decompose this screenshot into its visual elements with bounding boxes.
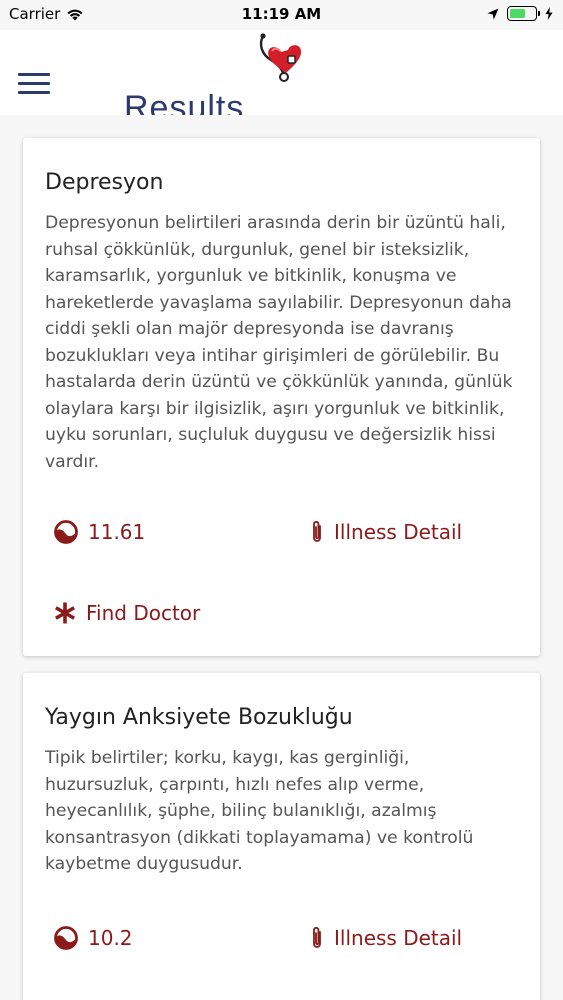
score-indicator: 10.2 [53,925,133,951]
illness-title: Depresyon [45,170,164,195]
result-card: Yaygın Anksiyete Bozukluğu Tipik belirti… [23,673,540,1000]
asterisk-icon [55,602,75,624]
illness-title: Yaygın Anksiyete Bozukluğu [45,705,353,730]
battery-icon [507,6,540,21]
paperclip-icon [313,926,321,948]
paperclip-icon [313,520,321,542]
score-value: 10.2 [88,926,133,950]
tint-drop-icon [54,926,78,950]
score-value: 11.61 [88,520,146,544]
illness-detail-link[interactable]: Illness Detail [309,519,462,545]
charging-bolt-icon [545,7,553,20]
app-header: Results [0,30,563,115]
find-doctor-label: Find Doctor [86,601,201,625]
result-card: Depresyon Depresyonun belirtileri arasın… [23,138,540,656]
hamburger-menu-button[interactable] [18,73,50,95]
illness-detail-link[interactable]: Illness Detail [309,925,462,951]
illness-detail-label: Illness Detail [334,520,463,544]
illness-description: Tipik belirtiler; korku, kaygı, kas gerg… [45,748,474,874]
illness-description: Depresyonun belirtileri arasında derin b… [45,213,513,472]
menu-bar [18,82,50,85]
status-bar: Carrier 11:19 AM [0,0,563,30]
illness-detail-label: Illness Detail [334,926,463,950]
app-logo-heart-stethoscope-icon [259,33,302,82]
battery-level [510,9,525,18]
menu-bar [18,73,50,76]
location-arrow-icon [487,8,499,19]
status-right [487,6,553,21]
tint-drop-icon [54,520,78,544]
page-title: Results [124,89,245,115]
find-doctor-link[interactable]: Find Doctor [53,601,200,625]
results-screen: Carrier 11:19 AM Results Depresyon Depre… [0,0,563,1000]
clock: 11:19 AM [241,5,322,23]
menu-bar [18,91,50,94]
score-indicator: 11.61 [53,519,145,545]
